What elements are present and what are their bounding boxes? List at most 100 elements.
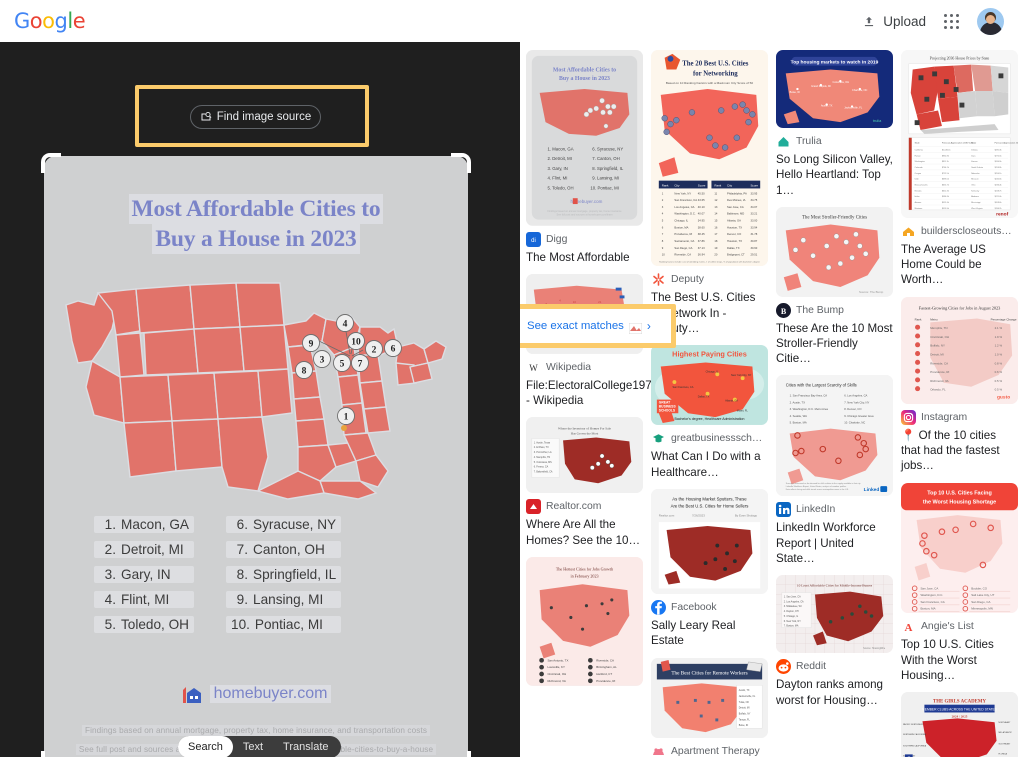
- result-card[interactable]: Top housing markets to watch in 2019 Boi…: [776, 50, 893, 198]
- crop-handle-bottom-right[interactable]: [451, 751, 471, 757]
- find-image-source-button[interactable]: Find image source: [190, 105, 321, 129]
- upload-button[interactable]: Upload: [862, 14, 926, 29]
- svg-text:17: 17: [714, 232, 718, 236]
- svg-text:Nebraska: Nebraska: [971, 173, 980, 175]
- svg-text:Where the Inventory of Homes F: Where the Inventory of Homes For Sale: [558, 427, 611, 431]
- result-card[interactable]: Most Affordable Cities to Buy a House in…: [520, 50, 676, 348]
- result-card[interactable]: Highest Paying Cities Chicago, IL New Yor…: [651, 345, 768, 480]
- result-thumbnail[interactable]: Projecting 2036 House Prices by State St…: [901, 50, 1018, 218]
- crop-handle-top-left[interactable]: [41, 153, 61, 173]
- result-thumbnail[interactable]: The Hottest Cities for Jobs Growth in Fe…: [526, 556, 643, 686]
- result-source: Wikipedia: [546, 361, 592, 373]
- svg-text:Atlanta, GA: Atlanta, GA: [727, 219, 741, 223]
- result-thumbnail[interactable]: As the Housing Market Sputters, These Ar…: [651, 488, 768, 595]
- result-thumbnail[interactable]: Where the Inventory of Homes For Sale Ha…: [526, 417, 643, 494]
- list-item: 3. Gary, IN: [94, 566, 195, 583]
- svg-text:for Networking: for Networking: [693, 70, 738, 77]
- image-card: Most Affordable Cities to Buy a House in…: [44, 156, 468, 757]
- svg-text:Cities with the Largest Scarci: Cities with the Largest Scarcity of Skil…: [786, 383, 857, 388]
- result-card[interactable]: 10 Least Affordable Cities for Middle-In…: [776, 575, 893, 708]
- svg-text:Boston, MA: Boston, MA: [674, 225, 688, 229]
- crop-handle-top-right[interactable]: [451, 153, 471, 173]
- house-icon: [901, 223, 916, 239]
- svg-text:5. Corsicana, MS: 5. Corsicana, MS: [534, 461, 552, 464]
- house-logo-icon: [181, 684, 203, 704]
- cropped-image-region[interactable]: Most Affordable Cities to Buy a House in…: [41, 153, 471, 757]
- svg-text:San Diego, CA: San Diego, CA: [674, 246, 692, 250]
- result-thumbnail[interactable]: The Best Cities for Remote Workers Austi…: [651, 657, 768, 738]
- result-thumbnail[interactable]: Most Affordable Cities to Buy a House in…: [526, 50, 643, 226]
- svg-text:Forecast Appreciation 2036 Val: Forecast Appreciation 2036 Value: [942, 142, 975, 145]
- result-title[interactable]: These Are the 10 Most Stroller-Friendly …: [776, 321, 893, 367]
- result-thumbnail[interactable]: Cities with the Largest Scarcity of Skil…: [776, 375, 893, 497]
- result-title[interactable]: So Long Silicon Valley, Hello Heartland:…: [776, 152, 893, 198]
- result-title[interactable]: The Most Affordable: [526, 250, 643, 265]
- tab-text[interactable]: Text: [233, 736, 273, 757]
- svg-text:New York City, NY: New York City, NY: [731, 375, 752, 378]
- tab-search[interactable]: Search: [178, 736, 233, 757]
- result-card[interactable]: Top 10 U.S. Cities Facing the Worst Hous…: [901, 482, 1018, 684]
- result-card[interactable]: The 20 Best U.S. Cities for Networking B…: [651, 50, 768, 336]
- result-thumbnail[interactable]: Fastest-Growing Cities for Jobs in Augus…: [901, 296, 1018, 404]
- result-card[interactable]: Projecting 2036 House Prices by State St…: [901, 50, 1018, 288]
- tab-translate[interactable]: Translate: [273, 736, 338, 757]
- result-source-row: builderscloseouts…: [901, 223, 1018, 239]
- crop-handle-bottom-left[interactable]: [41, 751, 61, 757]
- result-card[interactable]: The Best Cities for Remote Workers Austi…: [651, 657, 768, 757]
- result-thumbnail[interactable]: 10 Least Affordable Cities for Middle-In…: [776, 575, 893, 654]
- result-thumbnail[interactable]: THE GIRLS ACADEMY MEMBER CLUBS ACROSS TH…: [901, 692, 1018, 757]
- result-card[interactable]: As the Housing Market Sputters, These Ar…: [651, 488, 768, 649]
- svg-text:14: 14: [714, 212, 718, 216]
- svg-text:43.65: 43.65: [698, 198, 705, 202]
- svg-text:Metro: Metro: [930, 317, 938, 321]
- result-title[interactable]: Top 10 U.S. Cities With the Worst Housin…: [901, 637, 1018, 683]
- exact-matches-inner[interactable]: See exact matches ›: [520, 309, 671, 343]
- result-title[interactable]: Where Are All the Homes? See the 10…: [526, 517, 643, 548]
- google-logo[interactable]: Google: [14, 9, 86, 33]
- result-title[interactable]: Dayton ranks among worst for Housing…: [776, 677, 893, 708]
- svg-text:40.10: 40.10: [698, 205, 705, 209]
- see-exact-matches-region[interactable]: See exact matches ›: [520, 304, 676, 348]
- svg-text:Source: HousingWire: Source: HousingWire: [863, 647, 886, 650]
- result-card[interactable]: Fastest-Growing Cities for Jobs in Augus…: [901, 296, 1018, 474]
- svg-text:$208.6k: $208.6k: [995, 202, 1002, 204]
- chevron-right-icon[interactable]: ›: [647, 319, 651, 333]
- result-card[interactable]: THE GIRLS ACADEMY MEMBER CLUBS ACROSS TH…: [901, 692, 1018, 757]
- rank-number: 10.: [231, 617, 250, 632]
- result-thumbnail[interactable]: Top 10 U.S. Cities Facing the Worst Hous…: [901, 482, 1018, 614]
- avatar[interactable]: [977, 7, 1004, 35]
- result-title[interactable]: File:ElectoralCollege1972.svg - Wikipedi…: [526, 378, 679, 409]
- city-name: Gary, IN: [121, 567, 171, 582]
- see-exact-matches-label[interactable]: See exact matches: [527, 320, 624, 332]
- upload-label: Upload: [883, 13, 926, 29]
- svg-text:NORTHERN CALIFORNIA: NORTHERN CALIFORNIA: [903, 733, 927, 736]
- result-title[interactable]: Sally Leary Real Estate: [651, 618, 768, 649]
- svg-text:Des Moines, IA: Des Moines, IA: [727, 198, 746, 202]
- svg-text:Cincinnati, OH: Cincinnati, OH: [930, 335, 949, 339]
- svg-text:8: 8: [302, 367, 307, 377]
- result-card[interactable]: Where the Inventory of Homes For Sale Ha…: [526, 417, 643, 548]
- result-title[interactable]: LinkedIn Workforce Report | United State…: [776, 520, 893, 566]
- svg-text:$264.9k: $264.9k: [995, 161, 1002, 163]
- result-source: builderscloseouts…: [921, 225, 1012, 237]
- image-preview-panel: Find image source Most Affordable Cities…: [0, 42, 520, 757]
- apps-grid-icon[interactable]: [944, 13, 959, 29]
- result-card[interactable]: Cities with the Largest Scarcity of Skil…: [776, 375, 893, 566]
- svg-text:$932.8k: $932.8k: [942, 155, 949, 157]
- result-title[interactable]: The Average US Home Could be Worth…: [901, 242, 1018, 288]
- result-source-row: Realtor.com: [526, 499, 643, 515]
- list-item: 1. Macon, GA: [94, 516, 195, 533]
- result-thumbnail[interactable]: The 20 Best U.S. Cities for Networking B…: [651, 50, 768, 267]
- result-title[interactable]: What Can I Do with a Healthcare…: [651, 449, 768, 480]
- graduation-cap-icon: [651, 431, 666, 447]
- result-thumbnail[interactable]: The Most Stroller-Friendly Cities Source…: [776, 206, 893, 297]
- visual-matches-panel[interactable]: Most Affordable Cities to Buy a House in…: [520, 42, 1024, 757]
- svg-text:Providence, RI: Providence, RI: [596, 679, 615, 683]
- svg-text:$250.1k: $250.1k: [995, 173, 1002, 175]
- result-thumbnail[interactable]: Highest Paying Cities Chicago, IL New Yor…: [651, 345, 768, 426]
- result-card[interactable]: The Most Stroller-Friendly Cities Source…: [776, 206, 893, 367]
- result-title[interactable]: 📍 Of the 10 cities that had the fastest …: [901, 428, 1018, 474]
- result-thumbnail[interactable]: Top housing markets to watch in 2019 Boi…: [776, 50, 893, 128]
- svg-text:40.07: 40.07: [698, 212, 705, 216]
- result-card[interactable]: The Hottest Cities for Jobs Growth in Fe…: [526, 556, 643, 686]
